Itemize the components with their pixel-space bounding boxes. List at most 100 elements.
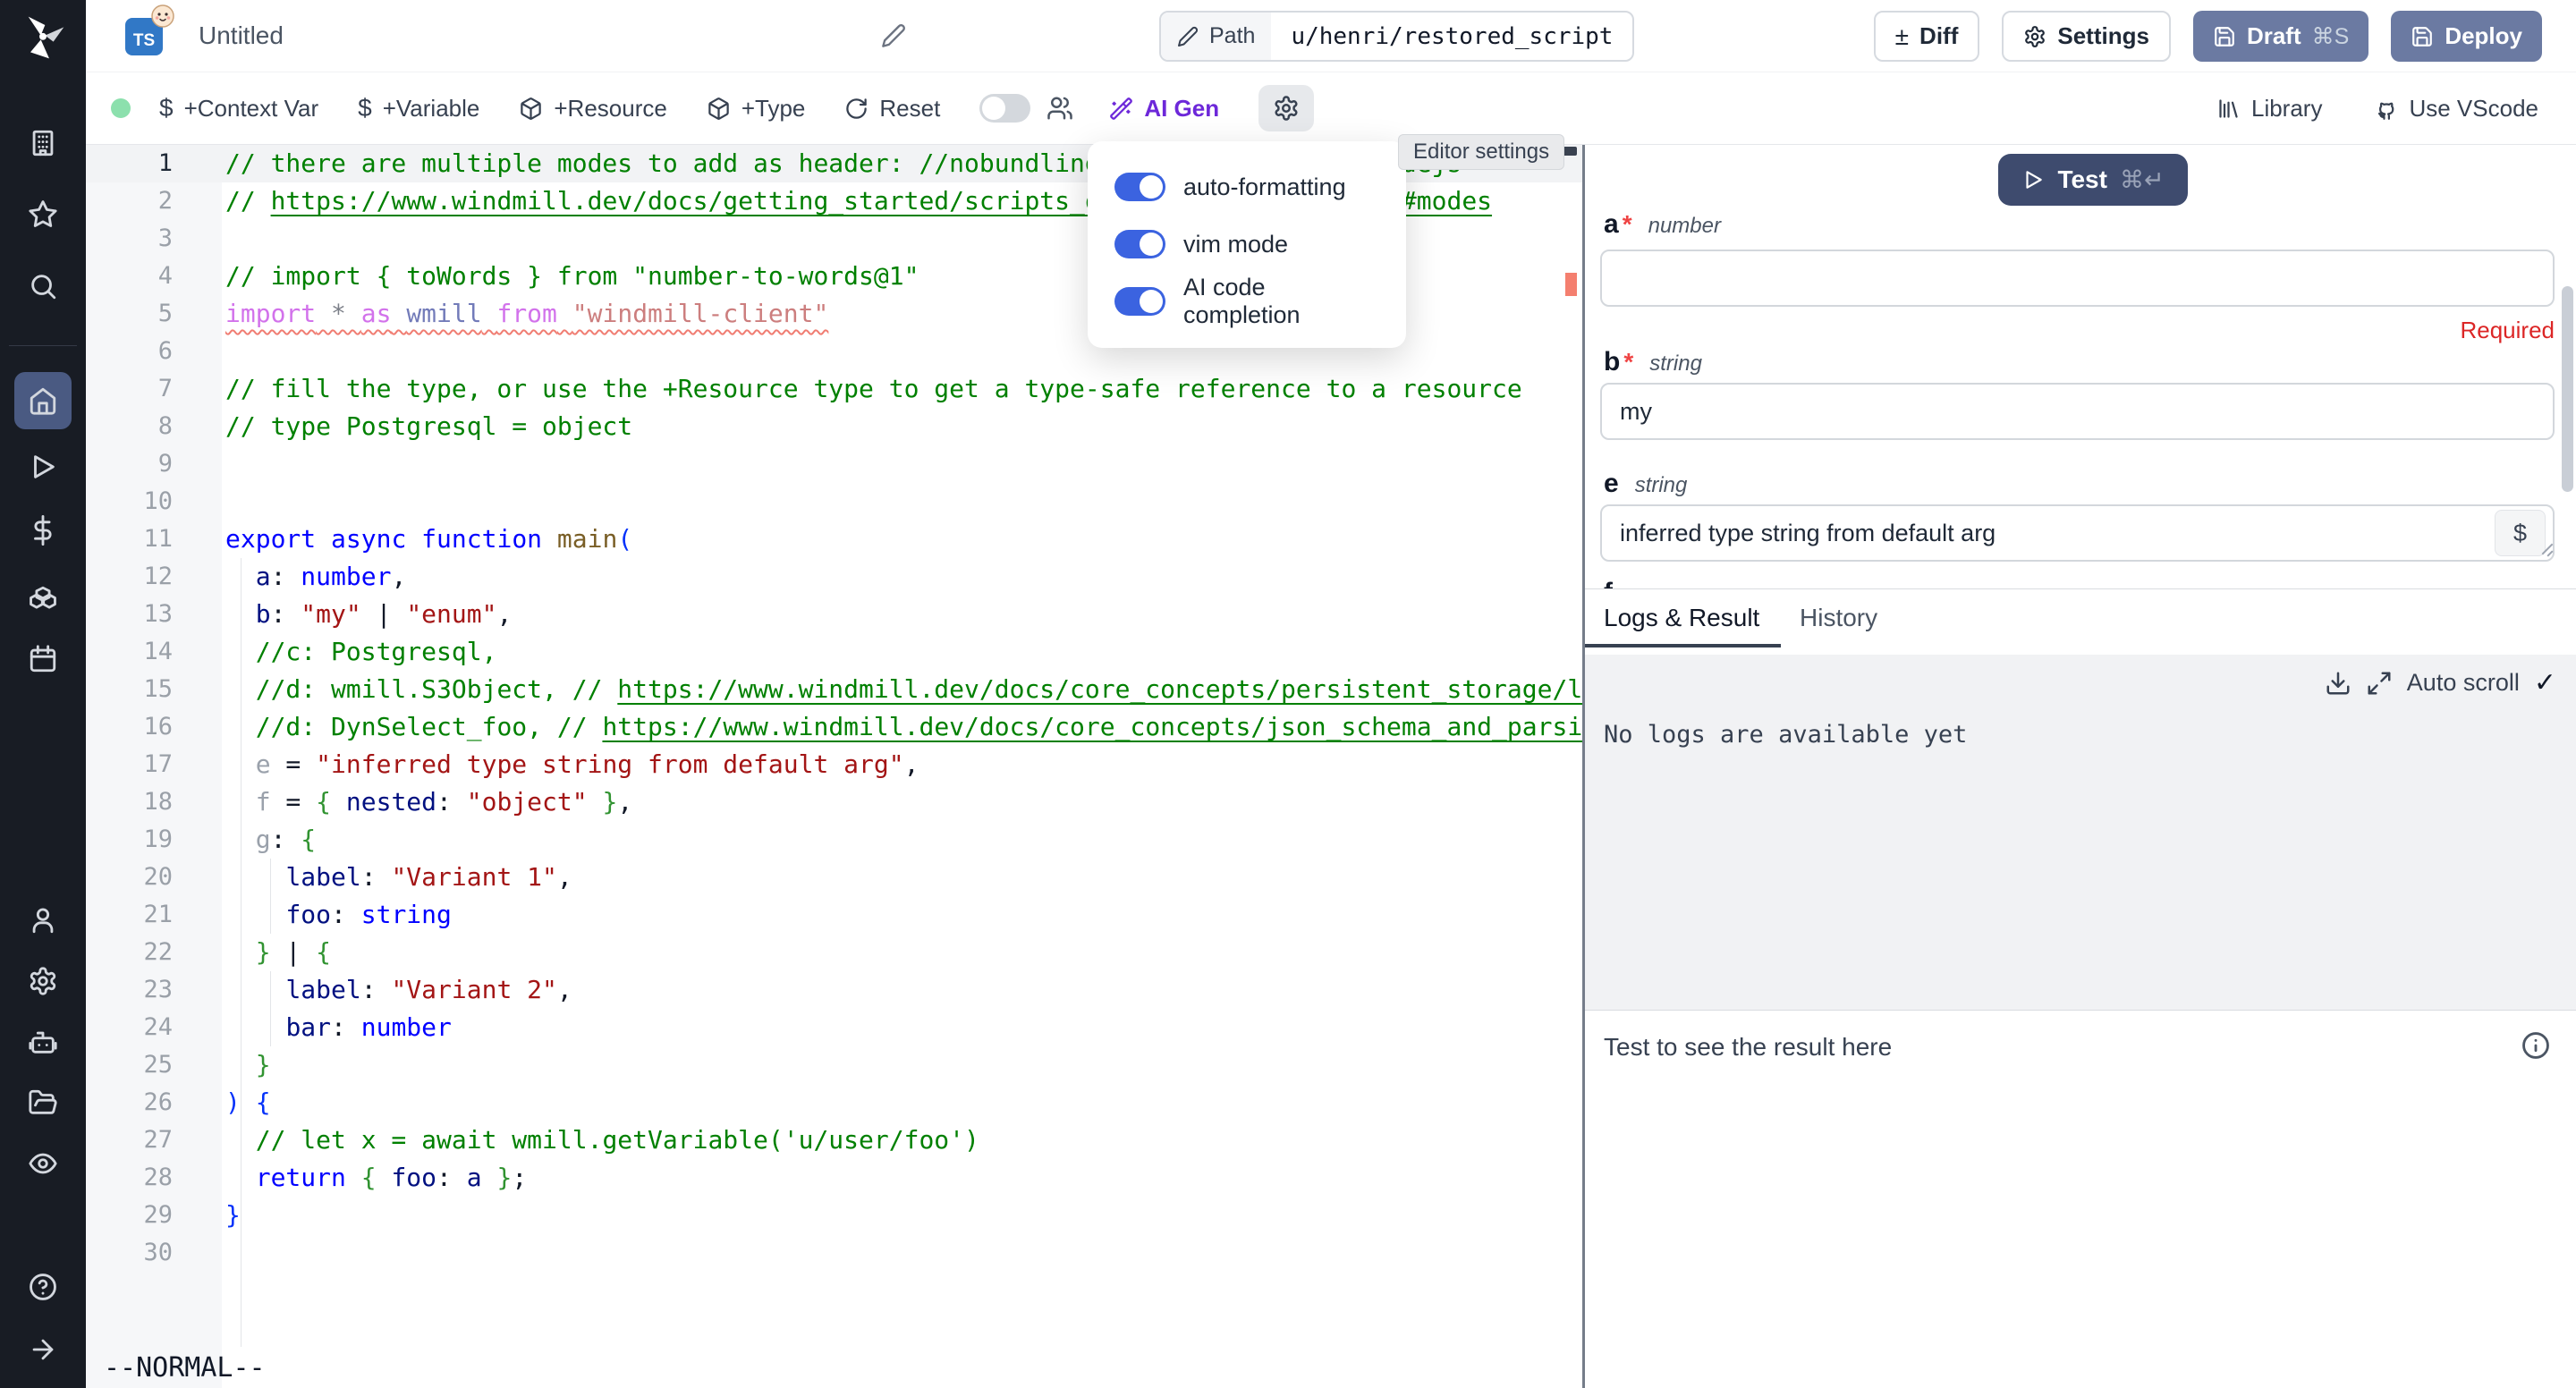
edit-summary-pencil-icon[interactable] [881,23,906,48]
calendar-icon [28,644,58,674]
ai-code-completion-toggle[interactable] [1114,287,1165,316]
code-line[interactable]: 16 //d: DynSelect_foo, // https://www.wi… [86,708,1582,746]
code-line[interactable]: 29} [86,1197,1582,1234]
code-line[interactable]: 21 foo: string [86,896,1582,934]
expand-icon[interactable] [2366,670,2393,697]
path-value[interactable]: u/henri/restored_script [1271,13,1632,60]
sidebar-item-audit-logs[interactable] [14,1135,72,1192]
toggle-row-vim-mode: vim mode [1114,224,1379,265]
code-line[interactable]: 15 //d: wmill.S3Object, // https://www.w… [86,671,1582,708]
code-line[interactable]: 10 [86,483,1582,520]
windmill-logo-icon[interactable] [18,13,68,63]
add-resource-button[interactable]: +Resource [519,95,666,123]
check-icon[interactable]: ✓ [2534,667,2556,698]
sidebar-item-runs[interactable] [14,438,72,495]
field-input-b[interactable]: my [1600,383,2555,440]
editor-settings-button[interactable] [1258,85,1314,131]
code-line[interactable]: 22 } | { [86,934,1582,971]
code-line[interactable]: 17 e = "inferred type string from defaul… [86,746,1582,783]
info-icon[interactable] [2521,1030,2551,1061]
path-input[interactable]: Path u/henri/restored_script [1159,11,1634,62]
code-line[interactable]: 11export async function main( [86,520,1582,558]
add-context-var-button[interactable]: $ +Context Var [159,94,318,123]
sidebar-item-settings[interactable] [14,952,72,1010]
sidebar-item-workers[interactable] [14,1013,72,1071]
code-line[interactable]: 12 a: number, [86,558,1582,596]
field-label-a: a* number [1604,209,1721,240]
line-number: 15 [86,671,173,708]
code-line[interactable]: 20 label: "Variant 1", [86,859,1582,896]
textarea-resize-handle[interactable] [2538,542,2553,556]
line-number: 16 [86,708,173,746]
draft-button[interactable]: Draft ⌘S [2193,11,2368,62]
code-line-content [173,1234,225,1272]
multiplayer-toggle[interactable] [979,94,1030,123]
code-line[interactable]: 18 f = { nested: "object" }, [86,783,1582,821]
code-line[interactable]: 27 // let x = await wmill.getVariable('u… [86,1121,1582,1159]
play-icon [28,452,58,482]
boxes-icon [28,580,58,610]
sidebar-item-schedules[interactable] [14,631,72,688]
toggle-row-ai-code-completion: AI code completion [1114,281,1379,322]
tab-history[interactable]: History [1800,604,1877,632]
code-line-content: bar: number [173,1009,452,1046]
code-line-content [173,220,225,258]
code-line[interactable]: 28 return { foo: a }; [86,1159,1582,1197]
sidebar-item-resources[interactable] [14,566,72,623]
code-line-content: label: "Variant 1", [173,859,572,896]
settings-button[interactable]: Settings [2002,11,2171,62]
field-input-a[interactable] [1600,250,2555,307]
code-line[interactable]: 7// fill the type, or use the +Resource … [86,370,1582,408]
sidebar-item-variables[interactable] [14,502,72,559]
sidebar-item-folders[interactable] [14,1074,72,1131]
code-line[interactable]: 30 [86,1234,1582,1272]
code-line[interactable]: 25 } [86,1046,1582,1084]
code-line[interactable]: 13 b: "my" | "enum", [86,596,1582,633]
sidebar-item-search[interactable] [14,258,72,315]
code-line-content: // let x = await wmill.getVariable('u/us… [173,1121,979,1159]
line-number: 1 [86,145,173,182]
code-line[interactable]: 8// type Postgresql = object [86,408,1582,445]
tab-logs-result[interactable]: Logs & Result [1604,604,1759,632]
code-line-content: label: "Variant 2", [173,971,572,1009]
line-number: 22 [86,934,173,971]
panel-scrollbar-thumb[interactable] [2562,286,2573,492]
reset-button[interactable]: Reset [844,95,940,123]
vim-mode-toggle[interactable] [1114,230,1165,258]
add-type-button[interactable]: +Type [707,95,806,123]
library-button[interactable]: Library [2216,95,2322,123]
right-panel: Test ⌘↵ a* number Required b* string my … [1582,145,2576,1388]
code-line-content: } [173,1197,241,1234]
code-line[interactable]: 19 g: { [86,821,1582,859]
sidebar-item-help[interactable] [14,1258,72,1316]
code-line-content: g: { [173,821,316,859]
add-variable-button[interactable]: $ +Variable [358,94,479,123]
auto-formatting-toggle[interactable] [1114,173,1165,201]
sidebar-expand-button[interactable] [14,1321,72,1378]
code-line[interactable]: 24 bar: number [86,1009,1582,1046]
code-line[interactable]: 14 //c: Postgresql, [86,633,1582,671]
github-icon [2374,97,2398,121]
sidebar-item-favorites[interactable] [14,185,72,242]
download-icon[interactable] [2325,670,2351,697]
gear-icon [28,966,58,996]
field-input-e[interactable]: inferred type string from default arg [1600,504,2555,562]
vim-status: --NORMAL-- [104,1352,266,1384]
code-line-content: export async function main( [173,520,632,558]
autoscroll-label[interactable]: Auto scroll [2407,669,2520,697]
active-tab-underline [1585,644,1781,647]
code-line[interactable]: 26) { [86,1084,1582,1121]
ai-gen-button[interactable]: AI Gen [1109,95,1219,123]
package-icon [707,97,731,121]
use-vscode-button[interactable]: Use VScode [2374,95,2538,123]
sidebar-item-users[interactable] [14,892,72,949]
code-line-content [173,445,225,483]
diff-button[interactable]: ± Diff [1874,11,1980,62]
code-line[interactable]: 23 label: "Variant 2", [86,971,1582,1009]
deploy-button[interactable]: Deploy [2391,11,2542,62]
test-button[interactable]: Test ⌘↵ [1998,154,2188,206]
sidebar-item-home[interactable] [14,372,72,429]
line-number: 7 [86,370,173,408]
code-line[interactable]: 9 [86,445,1582,483]
sidebar-item-workspace[interactable] [14,114,72,172]
